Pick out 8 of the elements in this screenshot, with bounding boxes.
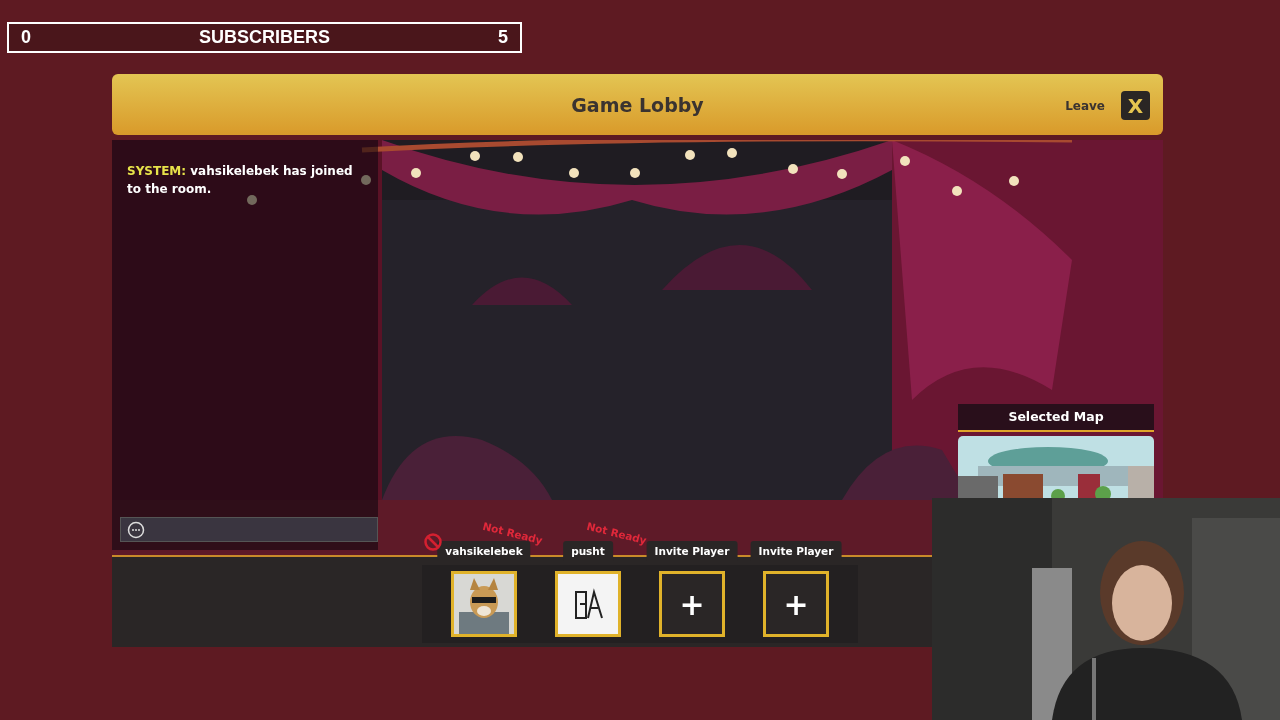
invite-player-button[interactable]: + <box>659 571 725 637</box>
close-button[interactable]: X <box>1121 91 1150 120</box>
goal-current: 0 <box>21 27 31 48</box>
leave-button[interactable]: Leave <box>1065 98 1105 113</box>
invite-player-button[interactable]: + <box>763 571 829 637</box>
goal-target: 5 <box>498 27 508 48</box>
goal-label: SUBSCRIBERS <box>199 27 330 48</box>
lobby-title: Game Lobby <box>571 93 704 116</box>
